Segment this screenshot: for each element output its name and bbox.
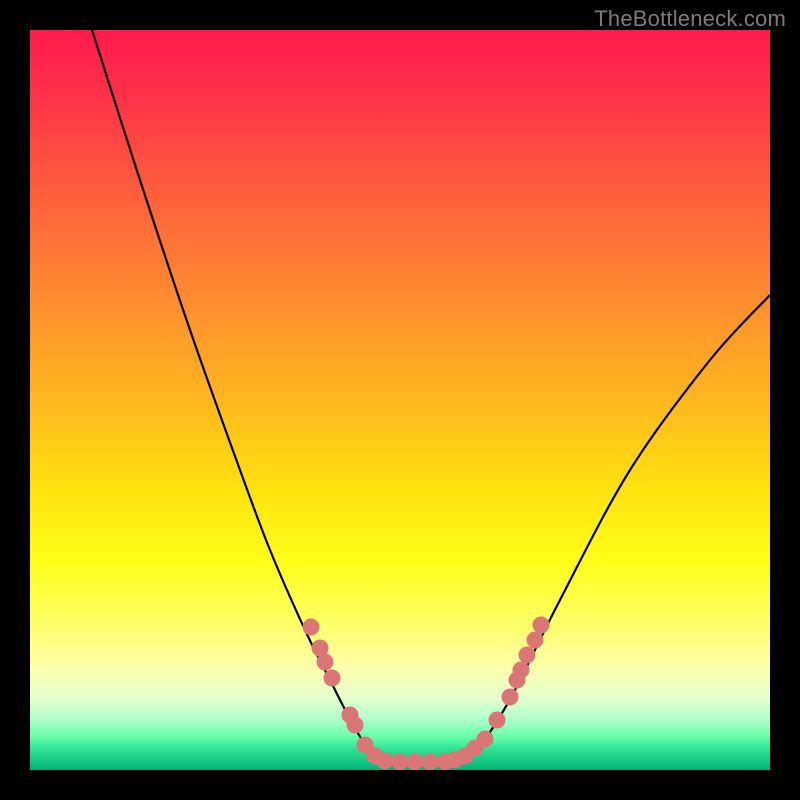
curve-marker	[347, 717, 364, 734]
curve-marker	[407, 754, 424, 771]
watermark-label: TheBottleneck.com	[594, 6, 786, 32]
curve-marker	[527, 632, 544, 649]
curve-marker	[533, 617, 550, 634]
curve-marker	[303, 619, 320, 636]
curve-marker	[519, 647, 536, 664]
curve-marker	[392, 754, 409, 771]
curve-marker	[377, 753, 394, 770]
curve-marker	[513, 662, 530, 679]
curve-marker	[324, 670, 341, 687]
bottleneck-chart	[30, 30, 770, 770]
curve-marker	[317, 654, 334, 671]
curve-right-path	[450, 295, 770, 762]
curve-markers-group	[303, 617, 550, 771]
curve-marker	[422, 754, 439, 771]
bottleneck-curve-svg	[30, 30, 770, 770]
curve-marker	[502, 689, 519, 706]
page-frame: TheBottleneck.com	[0, 0, 800, 800]
curve-marker	[489, 712, 506, 729]
curve-marker	[477, 731, 494, 748]
curve-left-path	[92, 30, 390, 762]
